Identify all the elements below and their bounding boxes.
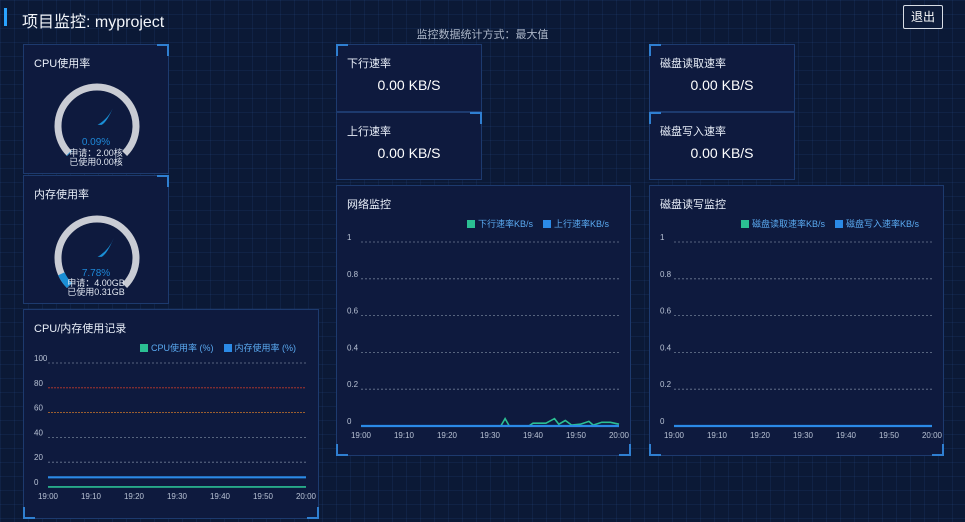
disk-read-title: 磁盘读取速率 xyxy=(660,58,726,70)
y-tick-label: 0.6 xyxy=(347,307,359,316)
mem-gauge-panel: 内存使用率 7.78% 申请：4.00GB 已使用0.31GB xyxy=(23,175,169,304)
down-rate-value: 0.00 KB/S xyxy=(377,77,441,93)
x-tick-label: 19:50 xyxy=(879,431,900,440)
x-tick-label: 20:00 xyxy=(296,492,317,501)
x-tick-label: 19:10 xyxy=(707,431,728,440)
disk-panel: 磁盘读写监控 磁盘读取速率KB/s 磁盘写入速率KB/s 0 0.2 0.4 0.6 0… xyxy=(649,185,944,456)
y-tick-label: 80 xyxy=(34,379,43,388)
y-tick-label: 20 xyxy=(34,453,43,462)
disk-read-card: 磁盘读取速率 0.00 KB/S xyxy=(649,44,795,112)
x-tick-label: 19:00 xyxy=(351,431,372,440)
x-tick-label: 19:40 xyxy=(523,431,544,440)
x-tick-label: 20:00 xyxy=(609,431,630,440)
cpu-used-label: 已使用0.00核 xyxy=(69,157,123,167)
down-rate-card: 下行速率 0.00 KB/S xyxy=(336,44,482,112)
x-tick-label: 19:20 xyxy=(124,492,145,501)
cpu-gauge-panel: CPU使用率 0.09% 申请：2.00核 已使用0.00核 xyxy=(23,44,169,174)
disk-write-card: 磁盘写入速率 0.00 KB/S xyxy=(649,112,795,180)
x-tick-label: 19:50 xyxy=(253,492,274,501)
y-tick-label: 100 xyxy=(34,354,48,363)
y-tick-label: 1 xyxy=(660,233,665,242)
y-tick-label: 0 xyxy=(347,417,352,426)
down-rate-title: 下行速率 xyxy=(347,58,391,70)
up-rate-card: 上行速率 0.00 KB/S xyxy=(336,112,482,180)
disk-write-value: 0.00 KB/S xyxy=(690,145,754,161)
y-tick-label: 40 xyxy=(34,428,43,437)
y-tick-label: 60 xyxy=(34,404,43,413)
network-panel: 网络监控 下行速率KB/s 上行速率KB/s 0 0.2 0.4 0.6 0.8 1 19:… xyxy=(336,185,631,456)
y-tick-label: 0.6 xyxy=(660,307,672,316)
y-tick-label: 0.8 xyxy=(347,270,359,279)
title-accent-bar xyxy=(4,8,7,26)
y-tick-label: 0 xyxy=(34,478,39,487)
x-tick-label: 19:50 xyxy=(566,431,587,440)
y-tick-label: 1 xyxy=(347,233,352,242)
mem-used-label: 已使用0.31GB xyxy=(67,287,125,297)
up-rate-value: 0.00 KB/S xyxy=(377,145,441,161)
y-tick-label: 0.8 xyxy=(660,270,672,279)
x-tick-label: 19:00 xyxy=(664,431,685,440)
disk-read-value: 0.00 KB/S xyxy=(690,77,754,93)
cpu-gauge-percent: 0.09% xyxy=(81,137,111,148)
disk-chart: 0 0.2 0.4 0.6 0.8 1 19:00 19:10 19:20 19:30 19:40 1… xyxy=(660,233,943,440)
stat-mode-label: 监控数据统计方式：最大值 xyxy=(416,29,549,41)
up-rate-title: 上行速率 xyxy=(347,126,391,138)
x-tick-label: 19:10 xyxy=(81,492,102,501)
gauge-needle xyxy=(97,238,114,257)
series-line xyxy=(361,416,620,427)
x-tick-label: 19:30 xyxy=(793,431,814,440)
x-tick-label: 19:20 xyxy=(750,431,771,440)
disk-write-title: 磁盘写入速率 xyxy=(660,126,726,138)
cpu-mem-history-panel: CPU/内存使用记录 CPU使用率 (%) 内存使用率 (%) 0 20 40 60 8… xyxy=(23,309,319,519)
y-tick-label: 0.4 xyxy=(660,343,672,352)
x-tick-label: 19:40 xyxy=(210,492,231,501)
network-chart: 0 0.2 0.4 0.6 0.8 1 19:00 19:10 19:20 19:30 19:40 1… xyxy=(347,233,630,440)
y-tick-label: 0 xyxy=(660,417,665,426)
x-tick-label: 20:00 xyxy=(922,431,943,440)
y-tick-label: 0.4 xyxy=(347,343,359,352)
x-tick-label: 19:30 xyxy=(167,492,188,501)
x-tick-label: 19:40 xyxy=(836,431,857,440)
x-tick-label: 19:20 xyxy=(437,431,458,440)
x-tick-label: 19:10 xyxy=(394,431,415,440)
gauge-needle xyxy=(97,106,114,125)
y-tick-label: 0.2 xyxy=(660,380,672,389)
y-tick-label: 0.2 xyxy=(347,380,359,389)
cpu-mem-history-chart: 0 20 40 60 80 100 19:00 19:10 19:20 19:30 19:40 19:… xyxy=(34,354,317,501)
x-tick-label: 19:00 xyxy=(38,492,59,501)
x-tick-label: 19:30 xyxy=(480,431,501,440)
